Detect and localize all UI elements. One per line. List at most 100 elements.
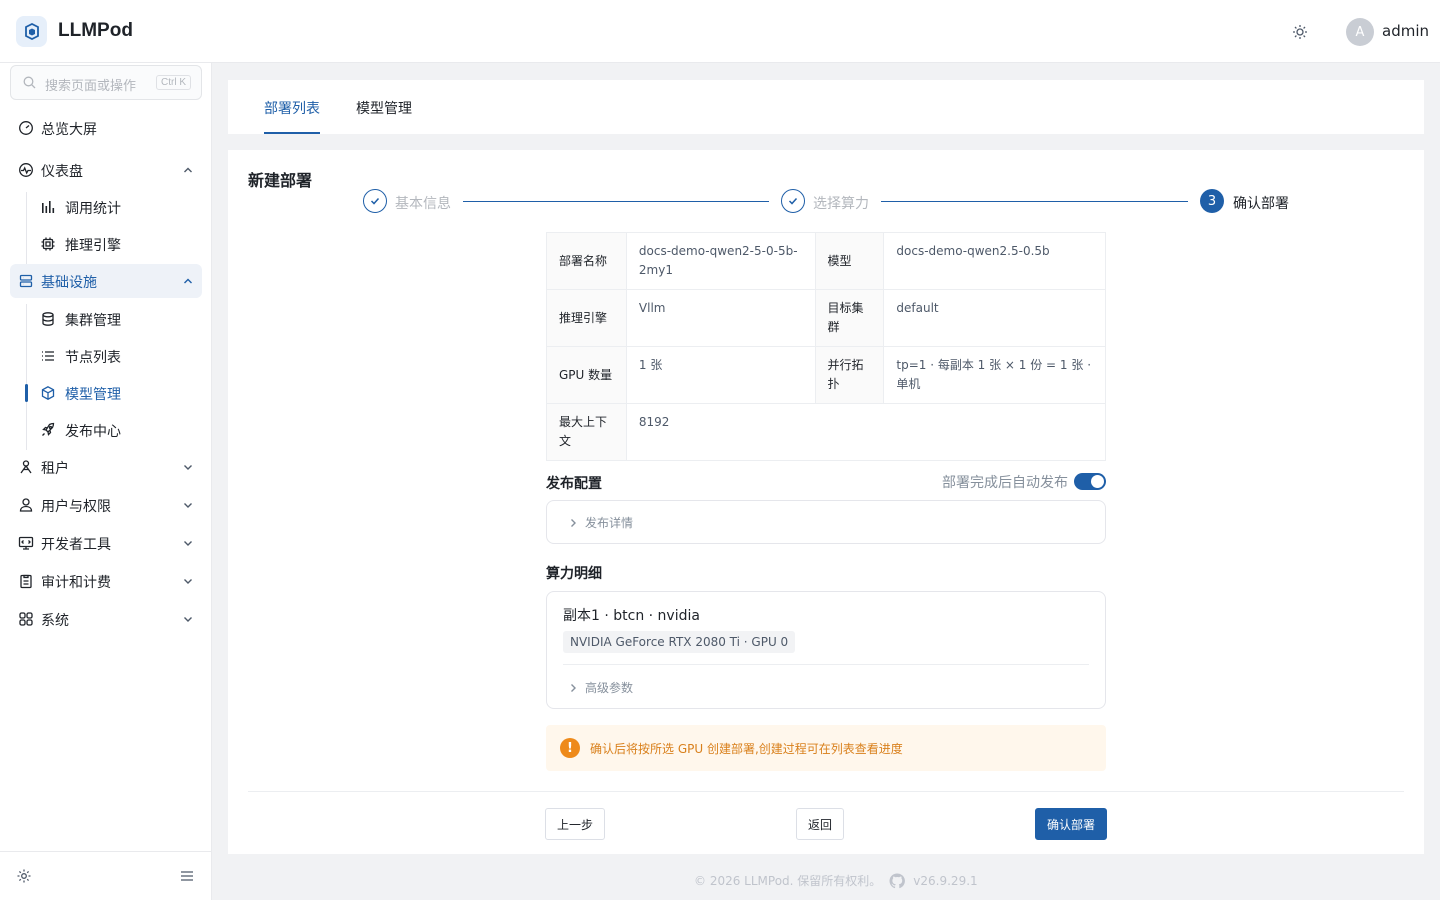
database-icon bbox=[42, 312, 54, 326]
advanced-params-toggle[interactable]: 高级参数 bbox=[567, 679, 633, 696]
back-button[interactable]: 返回 bbox=[796, 808, 844, 840]
publish-details-panel: 发布详情 bbox=[546, 500, 1106, 544]
theme-toggle-sun-icon[interactable] bbox=[1288, 20, 1312, 44]
active-indicator bbox=[25, 384, 28, 402]
sidebar-item-label: 基础设施 bbox=[41, 275, 97, 291]
pulse-icon bbox=[19, 163, 33, 177]
sidebar-item-infrastructure[interactable]: 基础设施 bbox=[10, 264, 202, 298]
compute-replica-panel: 副本1 · btcn · nvidia NVIDIA GeForce RTX 2… bbox=[546, 591, 1106, 709]
sidebar-item-tenant[interactable]: 租户 bbox=[10, 450, 202, 484]
page-title: 新建部署 bbox=[248, 171, 313, 190]
step-connector bbox=[463, 201, 769, 202]
chevron-up-icon bbox=[184, 278, 192, 284]
field-label: 模型 bbox=[814, 232, 885, 290]
divider bbox=[248, 791, 1404, 792]
step-3-number: 3 bbox=[1200, 189, 1224, 213]
search-icon bbox=[23, 76, 36, 89]
sidebar-item-node-list[interactable]: 节点列表 bbox=[34, 340, 202, 372]
sidebar-item-label: 推理引擎 bbox=[65, 238, 121, 254]
active-tab-underline bbox=[264, 132, 320, 134]
deploy-name-value: docs-demo-qwen2-5-0-5b-2my1 bbox=[625, 232, 816, 290]
app-name: LLMPod bbox=[58, 20, 133, 41]
publish-config-title: 发布配置 bbox=[546, 476, 602, 492]
auto-publish-label: 部署完成后自动发布 bbox=[942, 475, 1068, 491]
sidebar-item-call-stats[interactable]: 调用统计 bbox=[34, 191, 202, 223]
copyright-text: © 2026 LLMPod. 保留所有权利。 bbox=[694, 874, 882, 888]
sidebar-item-label: 审计和计费 bbox=[41, 575, 111, 591]
model-value: docs-demo-qwen2.5-0.5b bbox=[883, 232, 1106, 290]
chevron-up-icon bbox=[184, 167, 192, 173]
apps-grid-icon bbox=[19, 612, 33, 626]
sidebar-item-overview[interactable]: 总览大屏 bbox=[10, 111, 202, 145]
server-icon bbox=[19, 274, 33, 288]
sidebar-footer bbox=[0, 851, 212, 900]
publish-details-toggle[interactable]: 发布详情 bbox=[567, 514, 633, 531]
chevron-right-icon bbox=[571, 518, 576, 527]
sidebar-item-users-permissions[interactable]: 用户与权限 bbox=[10, 488, 202, 522]
field-label: 部署名称 bbox=[546, 232, 627, 290]
github-icon[interactable] bbox=[889, 872, 906, 889]
rocket-icon bbox=[42, 422, 55, 436]
sidebar-item-label: 开发者工具 bbox=[41, 537, 111, 553]
top-header: LLMPod A admin bbox=[0, 0, 1440, 63]
search-input[interactable]: 搜索页面或操作 Ctrl K bbox=[10, 65, 202, 100]
sidebar-item-label: 节点列表 bbox=[65, 350, 121, 366]
chip-icon bbox=[41, 237, 55, 251]
field-label: 并行拓扑 bbox=[814, 346, 885, 404]
cube-icon bbox=[41, 386, 55, 400]
confirm-deploy-button[interactable]: 确认部署 bbox=[1035, 808, 1107, 840]
cluster-value: default bbox=[883, 289, 1106, 347]
sidebar-item-audit-billing[interactable]: 审计和计费 bbox=[10, 564, 202, 598]
collapse-menu-icon[interactable] bbox=[180, 869, 194, 883]
sidebar-item-system[interactable]: 系统 bbox=[10, 602, 202, 636]
tenant-icon bbox=[20, 460, 32, 474]
sidebar-item-label: 总览大屏 bbox=[41, 122, 97, 138]
tab-deploy-list[interactable]: 部署列表 bbox=[264, 98, 320, 118]
chevron-down-icon bbox=[184, 503, 192, 508]
sidebar-item-label: 调用统计 bbox=[65, 201, 121, 217]
toggle-knob bbox=[1091, 475, 1104, 488]
clipboard-icon bbox=[20, 574, 32, 589]
sidebar-item-dashboard[interactable]: 仪表盘 bbox=[10, 153, 202, 187]
list-icon bbox=[42, 351, 54, 361]
divider bbox=[563, 664, 1089, 665]
bar-chart-icon bbox=[42, 201, 55, 213]
field-label: 目标集群 bbox=[814, 289, 885, 347]
sidebar-item-model-management[interactable]: 模型管理 bbox=[34, 377, 202, 409]
user-icon bbox=[19, 498, 33, 512]
username-label[interactable]: admin bbox=[1382, 22, 1429, 40]
llmpod-logo-icon[interactable] bbox=[16, 16, 47, 47]
submenu-guide-line bbox=[26, 192, 27, 264]
chevron-down-icon bbox=[184, 541, 192, 546]
field-label: GPU 数量 bbox=[546, 346, 627, 404]
engine-value: Vllm bbox=[625, 289, 816, 347]
dashboard-gauge-icon bbox=[19, 121, 33, 135]
sidebar-item-label: 模型管理 bbox=[65, 387, 121, 403]
step-3-label: 确认部署 bbox=[1233, 196, 1289, 212]
chevron-down-icon bbox=[184, 617, 192, 622]
gear-icon[interactable] bbox=[16, 868, 32, 884]
search-shortcut-badge: Ctrl K bbox=[156, 75, 191, 90]
field-label: 推理引擎 bbox=[546, 289, 627, 347]
prev-step-button[interactable]: 上一步 bbox=[545, 808, 605, 840]
sidebar-item-label: 租户 bbox=[41, 461, 69, 477]
replica-title: 副本1 · btcn · nvidia bbox=[563, 608, 700, 624]
max-context-value: 8192 bbox=[625, 403, 1107, 461]
sidebar-item-release-center[interactable]: 发布中心 bbox=[34, 414, 202, 446]
page-footer: © 2026 LLMPod. 保留所有权利。 v26.9.29.1 bbox=[694, 872, 978, 889]
user-avatar[interactable]: A bbox=[1346, 18, 1374, 46]
sidebar-item-label: 用户与权限 bbox=[41, 499, 111, 515]
gpu-count-value: 1 张 bbox=[625, 346, 816, 404]
auto-publish-toggle[interactable] bbox=[1074, 473, 1106, 490]
sidebar-item-inference-engine[interactable]: 推理引擎 bbox=[34, 228, 202, 260]
sidebar-item-developer-tools[interactable]: 开发者工具 bbox=[10, 526, 202, 560]
tab-model-management[interactable]: 模型管理 bbox=[356, 98, 412, 118]
step-connector bbox=[881, 201, 1188, 202]
version-text: v26.9.29.1 bbox=[913, 873, 978, 888]
compute-details-title: 算力明细 bbox=[546, 566, 602, 582]
sidebar-item-label: 发布中心 bbox=[65, 424, 121, 440]
chevron-down-icon bbox=[184, 465, 192, 470]
sidebar-item-cluster-management[interactable]: 集群管理 bbox=[34, 303, 202, 335]
sidebar: 搜索页面或操作 Ctrl K 总览大屏 仪表盘 调用统计 推理引擎 基础设施 集… bbox=[0, 63, 212, 900]
field-label: 最大上下文 bbox=[546, 403, 627, 461]
